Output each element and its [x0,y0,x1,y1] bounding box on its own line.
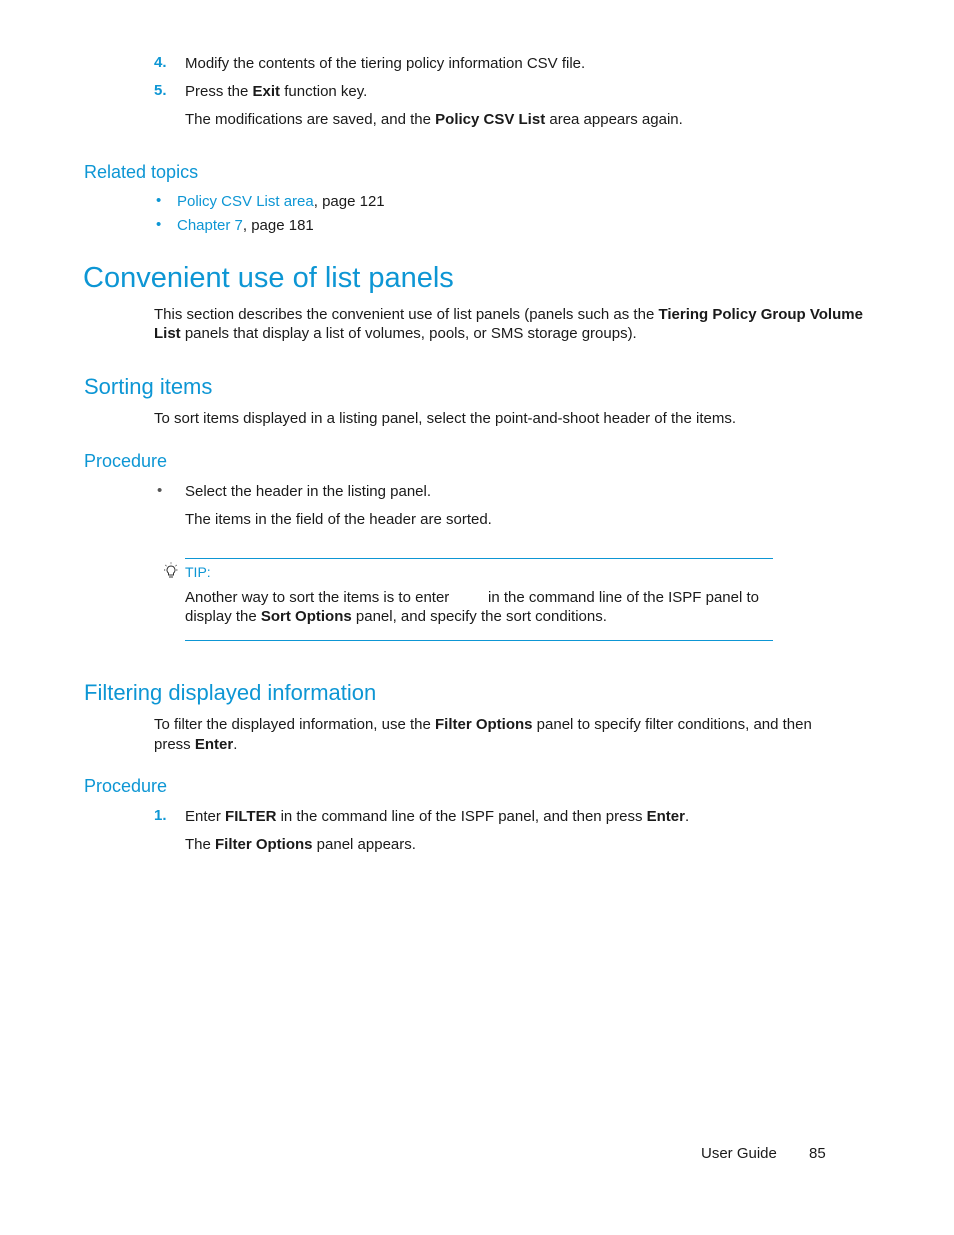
text-run: The [185,836,216,853]
filtering-text-line1: To filter the displayed information, use… [154,715,812,734]
step-number: 5. [154,82,167,99]
tip-bottom-rule [185,640,773,641]
procedure-heading: Procedure [84,776,168,796]
text-run: Enter [185,808,226,825]
tip-top-rule [185,558,773,559]
bold-term: Filter Options [435,716,533,733]
page-ref: , page 121 [313,193,385,210]
step-result: The modifications are saved, and the Pol… [185,110,683,129]
tip-text-line2: display the Sort Options panel, and spec… [185,607,607,626]
filtering-heading: Filtering displayed information [84,680,377,705]
footer-guide-label: User Guide [701,1145,777,1162]
text-run: panel appears. [312,836,416,853]
filtering-step1-result: The Filter Options panel appears. [185,835,416,854]
text-run: The modifications are saved, and the [185,111,436,128]
sorting-heading: Sorting items [84,374,213,399]
tip-text-line1-pre: Another way to sort the items is to ente… [185,589,450,606]
bold-term: Tiering Policy Group Volume [658,306,863,323]
bold-term: List [154,325,181,342]
page-ref: , page 181 [242,217,314,234]
tip-label: TIP: [185,564,211,580]
text-run: . [684,808,690,825]
procedure-result: The items in the field of the header are… [185,511,492,528]
bold-term: Sort Options [260,608,352,625]
text-run: press [154,736,195,753]
bullet-icon: • [156,216,162,233]
bold-term: Enter [646,808,685,825]
text-run: Press the [185,83,253,100]
tip-text-line1-post: in the command line of the ISPF panel to [488,589,759,606]
bullet-icon: • [157,482,163,499]
text-run: function key. [280,83,368,100]
procedure-bullet: Select the header in the listing panel. [185,483,431,500]
sorting-text: To sort items displayed in a listing pan… [154,410,736,427]
bold-term: Filter Options [215,836,313,853]
step-number: 1. [154,807,167,824]
related-link-chapter-7[interactable]: Chapter 7 [177,217,243,234]
section-title: Convenient use of list panels [83,262,454,294]
related-topic-item: Policy CSV List area, page 121 [177,192,385,211]
text-run: . [233,736,238,753]
procedure-heading: Procedure [84,451,168,471]
bold-term: Exit [252,83,281,100]
text-run: panels that display a list of volumes, p… [180,325,637,342]
page-number: 85 [809,1145,826,1162]
text-run: display the [185,608,261,625]
filtering-step1: Enter FILTER in the command line of the … [185,807,689,826]
text-run: in the command line of the ISPF panel, a… [276,808,647,825]
related-topic-item: Chapter 7, page 181 [177,216,314,235]
text-run: panel, and specify the sort conditions. [351,608,607,625]
filtering-text-line2: press Enter. [154,735,237,754]
text-run: panel to specify filter conditions, and … [532,716,812,733]
text-run: To filter the displayed information, use… [154,716,435,733]
section-intro-line1: This section describes the convenient us… [154,305,863,324]
bullet-icon: • [156,192,162,209]
text-run: This section describes the convenient us… [154,306,659,323]
bold-term: Policy CSV List [435,111,546,128]
step-text: Press the Exit function key. [185,82,367,101]
section-intro-line2: List panels that display a list of volum… [154,324,637,343]
related-topics-heading: Related topics [84,162,199,182]
text-run: area appears again. [545,111,683,128]
bold-term: FILTER [225,808,277,825]
lightbulb-icon [162,562,180,580]
step-number: 4. [154,54,167,71]
related-link-policy-csv-list-area[interactable]: Policy CSV List area [177,193,314,210]
step-text: Modify the contents of the tiering polic… [185,55,586,72]
bold-term: Enter [194,736,234,753]
